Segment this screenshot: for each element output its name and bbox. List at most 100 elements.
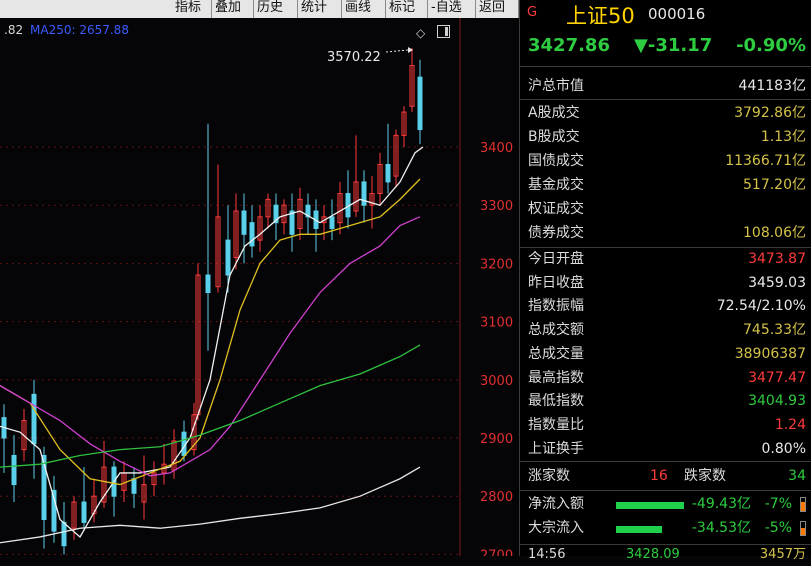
stat-label: 沪总市值: [528, 78, 584, 94]
toolbar-button-2[interactable]: 历史: [254, 0, 298, 18]
y-tick-label: 3400: [480, 141, 513, 156]
fund-flow-gauge: [800, 497, 806, 512]
toolbar-button-7[interactable]: 返回: [476, 0, 519, 18]
stat-value: 11366.71亿: [725, 153, 806, 169]
up-count-value: 16: [650, 468, 668, 484]
toolbar-button-1[interactable]: 叠加: [212, 0, 254, 18]
stat-label: B股成交: [528, 129, 580, 145]
y-tick-label: 3100: [480, 316, 513, 331]
candle-body: [31, 393, 37, 445]
kline-chart[interactable]: 3400 3300 3200 3100 3000 2900 2800 2700 3570.22…: [0, 0, 519, 556]
toolbar-button-4[interactable]: 画线: [342, 0, 386, 18]
candlestick: [345, 170, 351, 229]
stat-value: 3477.47: [748, 369, 806, 386]
tick-row: 14:56 3428.09 3457万: [528, 543, 806, 566]
ma20-line: [0, 216, 421, 477]
candle-body: [81, 501, 87, 523]
stat-value: 38906387: [734, 345, 806, 362]
stat-value: 517.20亿: [743, 177, 806, 193]
quote-panel: G 上证50 000016 3427.86 ▼-31.17 -0.90% 沪总市…: [519, 0, 811, 562]
stat-value: 108.06亿: [743, 225, 806, 241]
max-price-annotation: 3570.22: [327, 47, 413, 65]
down-count-label: 跌家数: [684, 468, 726, 484]
candlestick: [361, 170, 367, 223]
stat-row: 最高指数 3477.47: [528, 367, 806, 390]
candlestick: [51, 475, 57, 543]
fund-flow-row: 大宗流入 -34.53亿 -5%: [528, 517, 806, 540]
fund-flow-bar: [616, 526, 662, 533]
tick-price: 3428.09: [626, 547, 680, 562]
candlestick: [265, 193, 271, 229]
quote-marker: G: [527, 5, 538, 20]
diamond-icon[interactable]: ◇: [416, 26, 425, 40]
candlestick: [81, 467, 87, 532]
price-axis: 3400 3300 3200 3100 3000 2900 2800 2700: [480, 141, 513, 556]
toolbar-button-3[interactable]: 统计: [298, 0, 342, 18]
y-tick-label: 3000: [480, 374, 513, 389]
candle-body: [249, 222, 255, 247]
stat-label: 昨日收盘: [528, 274, 584, 291]
index-name: 上证50: [566, 4, 635, 28]
toolbar-button-5[interactable]: 标记: [386, 0, 428, 18]
market-breadth-row: 涨家数 16 跌家数 34: [528, 465, 806, 488]
stat-label: 指数量比: [528, 416, 584, 433]
candlestick: [305, 193, 311, 235]
candlestick: [241, 193, 247, 264]
candlestick: [121, 461, 127, 503]
stat-value: 0.80%: [761, 440, 806, 457]
fund-flow-label: 大宗流入: [528, 520, 584, 536]
stat-label: 最高指数: [528, 369, 584, 386]
fund-flow-row: 净流入额 -49.43亿 -7%: [528, 493, 806, 516]
toolbar-button-0[interactable]: 指标: [172, 0, 212, 18]
stat-value: 3459.03: [748, 274, 806, 291]
candlestick: [205, 123, 211, 351]
candlestick: [161, 443, 167, 485]
stat-label: 债券成交: [528, 225, 584, 241]
stat-row: A股成交 3792.86亿: [528, 102, 806, 125]
candlestick: [111, 461, 117, 517]
stat-row: 昨日收盘 3459.03: [528, 272, 806, 295]
price-change: ▼-31.17: [634, 35, 713, 56]
candlestick: [321, 205, 327, 241]
candlestick: [249, 205, 255, 258]
chart-toolbar: 指标 叠加 历史 统计 画线 标记 -自选 返回: [0, 0, 519, 18]
stat-label: A股成交: [528, 105, 580, 121]
candlestick: [257, 205, 263, 252]
stat-row: 权证成交: [528, 198, 806, 221]
candlestick: [141, 455, 147, 520]
y-tick-label: 2700: [480, 548, 513, 556]
stat-row: 国债成交 11366.71亿: [528, 150, 806, 173]
index-code: 000016: [648, 5, 706, 23]
last-price: 3427.86: [528, 35, 610, 56]
stat-label: 国债成交: [528, 153, 584, 169]
fund-flow-pct: -5%: [764, 520, 792, 536]
fund-flow-value: -49.43亿: [691, 496, 751, 512]
candlestick: [393, 129, 399, 188]
candle-body: [385, 163, 391, 183]
panel-toggle-icon[interactable]: [437, 25, 450, 38]
y-tick-label: 2900: [480, 432, 513, 447]
kline-chart-canvas[interactable]: 3400 3300 3200 3100 3000 2900 2800 2700 3570.22: [0, 0, 519, 556]
tick-volume: 3457万: [759, 547, 806, 562]
stat-row: 今日开盘 3473.87: [528, 248, 806, 271]
candlestick: [337, 181, 343, 235]
stat-row: 上证换手 0.80%: [528, 438, 806, 461]
stat-label: 上证换手: [528, 440, 584, 457]
candle-body: [329, 216, 335, 229]
toolbar-button-6[interactable]: -自选: [428, 0, 476, 18]
y-tick-label: 2800: [480, 490, 513, 505]
price-change-pct: -0.90%: [736, 35, 806, 56]
stat-label: 今日开盘: [528, 251, 584, 267]
candlestick: [195, 263, 201, 421]
stat-row: 债券成交 108.06亿: [528, 222, 806, 245]
max-price-label: 3570.22: [327, 50, 381, 65]
tick-time: 14:56: [528, 547, 566, 562]
candlestick: [401, 106, 407, 147]
stat-row: B股成交 1.13亿: [528, 126, 806, 149]
stat-value: 3404.93: [748, 393, 806, 410]
candlestick: [215, 164, 221, 293]
stat-label: 最低指数: [528, 393, 584, 410]
stat-row: 总成交额 745.33亿: [528, 319, 806, 342]
stat-row: 总成交量 38906387: [528, 343, 806, 366]
y-tick-label: 3200: [480, 257, 513, 272]
